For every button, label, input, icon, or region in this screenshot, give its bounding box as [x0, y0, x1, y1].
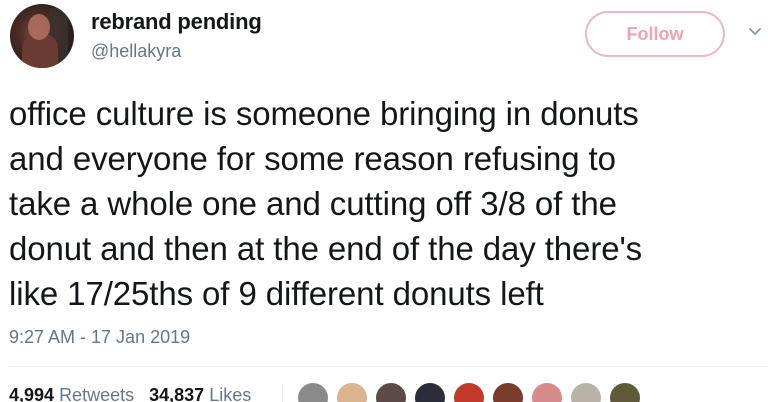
likes-count: 34,837	[149, 385, 205, 402]
avatar-photo-part	[28, 14, 50, 40]
tweet-stats: 4,994 Retweets 34,837 Likes	[9, 385, 251, 402]
tweet-text-line: like 17/25ths of 9 different donuts left	[9, 275, 544, 312]
tweet-text-line: donut and then at the end of the day the…	[9, 230, 643, 267]
likes-label: Likes	[209, 385, 252, 402]
tweet-text-line: take a whole one and cutting off 3/8 of …	[9, 185, 617, 222]
user-handle[interactable]: @hellakyra	[91, 41, 181, 62]
liker-avatar[interactable]	[413, 381, 447, 402]
liker-avatar[interactable]	[530, 381, 564, 402]
divider	[282, 383, 283, 402]
chevron-down-icon[interactable]	[748, 24, 762, 38]
tweet-text: office culture is someone bringing in do…	[9, 91, 764, 316]
tweet-timestamp[interactable]: 9:27 AM - 17 Jan 2019	[9, 327, 190, 348]
tweet-text-line: office culture is someone bringing in do…	[9, 95, 639, 132]
liker-avatar[interactable]	[569, 381, 603, 402]
retweets-count: 4,994	[9, 385, 55, 402]
likes-stat[interactable]: 34,837 Likes	[149, 385, 251, 402]
liker-avatar[interactable]	[452, 381, 486, 402]
tweet-card: rebrand pending @hellakyra Follow office…	[0, 0, 768, 402]
tweet-text-line: and everyone for some reason refusing to	[9, 140, 616, 177]
divider	[9, 366, 768, 367]
liker-avatar[interactable]	[335, 381, 369, 402]
follow-button[interactable]: Follow	[585, 11, 725, 57]
retweets-label: Retweets	[59, 385, 135, 402]
liker-avatar[interactable]	[608, 381, 642, 402]
liker-avatar[interactable]	[374, 381, 408, 402]
retweets-stat[interactable]: 4,994 Retweets	[9, 385, 134, 402]
display-name[interactable]: rebrand pending	[91, 9, 262, 35]
liker-avatar[interactable]	[491, 381, 525, 402]
avatar[interactable]	[10, 4, 74, 68]
liker-avatar[interactable]	[296, 381, 330, 402]
